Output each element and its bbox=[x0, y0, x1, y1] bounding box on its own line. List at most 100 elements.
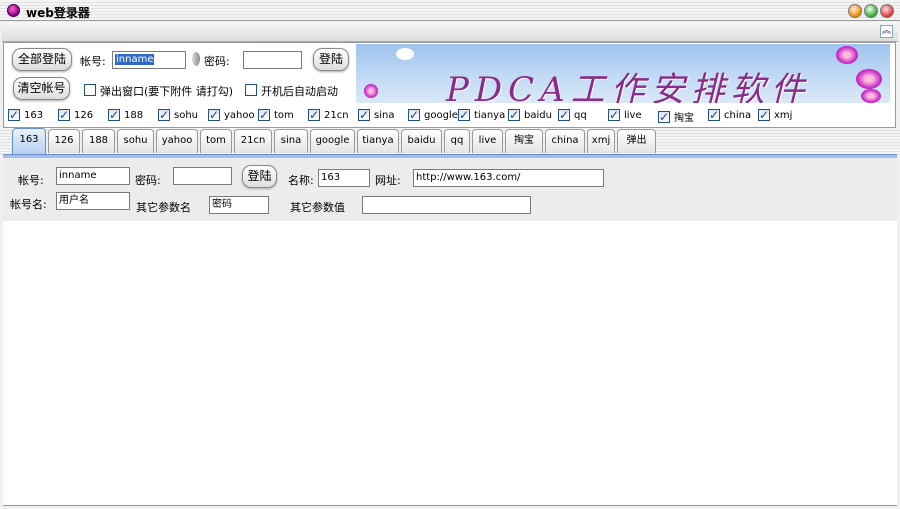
form-account-label: 帐号: bbox=[18, 174, 44, 187]
account-name-input[interactable]: 用户名 bbox=[56, 192, 130, 210]
site-checkbox-item[interactable]: ✓ google bbox=[408, 109, 458, 121]
tab-5[interactable]: tom bbox=[200, 129, 232, 153]
checkbox-checked-icon[interactable]: ✓ bbox=[108, 109, 120, 121]
tab-11[interactable]: qq bbox=[444, 129, 470, 153]
tab-13[interactable]: 掏宝 bbox=[505, 129, 543, 153]
login-all-button[interactable]: 全部登陆 bbox=[12, 48, 72, 71]
other-param-name-input[interactable]: 密码 bbox=[209, 196, 269, 214]
tab-6[interactable]: 21cn bbox=[234, 129, 272, 153]
password-label: 密码: bbox=[204, 55, 230, 68]
site-checkbox-item[interactable]: ✓ tom bbox=[258, 109, 294, 121]
site-checkbox-label: tianya bbox=[474, 109, 506, 121]
site-checkbox-label: baidu bbox=[524, 109, 552, 121]
tab-3[interactable]: sohu bbox=[117, 129, 154, 153]
password-input[interactable] bbox=[243, 51, 302, 69]
site-checkbox-label: yahoo bbox=[224, 109, 255, 121]
site-checkbox-label: sina bbox=[374, 109, 395, 121]
tab-15[interactable]: xmj bbox=[587, 129, 615, 153]
form-password-input[interactable] bbox=[173, 167, 232, 185]
site-checkbox-label: 163 bbox=[24, 109, 44, 121]
site-checkbox-label: google bbox=[424, 109, 458, 121]
name-input[interactable]: 163 bbox=[318, 169, 370, 187]
site-checkbox-item[interactable]: ✓ live bbox=[608, 109, 642, 121]
minimize-button[interactable] bbox=[848, 4, 862, 18]
site-checkbox-label: live bbox=[624, 109, 642, 121]
form-password-label: 密码: bbox=[135, 174, 161, 187]
checkbox-checked-icon[interactable]: ✓ bbox=[508, 109, 520, 121]
checkbox-checked-icon[interactable]: ✓ bbox=[558, 109, 570, 121]
site-checkbox-item[interactable]: ✓ yahoo bbox=[208, 109, 255, 121]
maximize-button[interactable] bbox=[864, 4, 878, 18]
other-param-value-label: 其它参数值 bbox=[290, 201, 345, 214]
site-checkbox-item[interactable]: ✓ xmj bbox=[758, 109, 792, 121]
form-login-button[interactable]: 登陆 bbox=[242, 165, 277, 188]
site-checkbox-label: sohu bbox=[174, 109, 199, 121]
clear-accounts-button[interactable]: 清空帐号 bbox=[13, 77, 70, 100]
tab-14[interactable]: china bbox=[545, 129, 585, 153]
site-checkbox-label: 掏宝 bbox=[674, 113, 694, 124]
site-checkbox-item[interactable]: ✓ sohu bbox=[158, 109, 198, 121]
site-checkbox-item[interactable]: ✓ tianya bbox=[458, 109, 505, 121]
site-checkbox-item[interactable]: ✓ sina bbox=[358, 109, 394, 121]
url-input[interactable]: http://www.163.com/ bbox=[413, 169, 604, 187]
site-checkbox-item[interactable]: ✓ 188 bbox=[108, 109, 143, 121]
tab-16[interactable]: 弹出 bbox=[617, 129, 656, 153]
checkbox-checked-icon[interactable]: ✓ bbox=[58, 109, 70, 121]
tab-4[interactable]: yahoo bbox=[156, 129, 198, 153]
checkbox-checked-icon[interactable]: ✓ bbox=[608, 109, 620, 121]
account-name-label: 帐号名: bbox=[10, 198, 47, 211]
title-bar bbox=[0, 0, 900, 21]
other-param-value-input[interactable] bbox=[362, 196, 531, 214]
checkbox-checked-icon[interactable]: ✓ bbox=[708, 109, 720, 121]
checkbox-checked-icon[interactable]: ✓ bbox=[758, 109, 770, 121]
window-title: web登录器 bbox=[26, 6, 90, 20]
autostart-checkbox[interactable] bbox=[245, 84, 257, 96]
checkbox-checked-icon[interactable]: ✓ bbox=[658, 110, 670, 123]
app-icon bbox=[7, 4, 20, 17]
site-checkbox-label: 21cn bbox=[324, 109, 349, 121]
checkbox-checked-icon[interactable]: ✓ bbox=[258, 109, 270, 121]
checkbox-checked-icon[interactable]: ✓ bbox=[208, 109, 220, 121]
site-checkbox-label: qq bbox=[574, 109, 587, 121]
login-button[interactable]: 登陆 bbox=[313, 48, 349, 71]
site-checkbox-item[interactable]: ✓ 21cn bbox=[308, 109, 349, 121]
account-label: 帐号: bbox=[80, 55, 106, 68]
checkbox-checked-icon[interactable]: ✓ bbox=[458, 109, 470, 121]
tab-7[interactable]: sina bbox=[274, 129, 308, 153]
tab-12[interactable]: live bbox=[472, 129, 503, 153]
tab-0[interactable]: 163 bbox=[12, 128, 46, 154]
site-checkbox-label: 188 bbox=[124, 109, 144, 121]
lock-icon bbox=[192, 52, 200, 66]
content-area bbox=[3, 221, 897, 506]
tab-8[interactable]: google bbox=[310, 129, 355, 153]
checkbox-checked-icon[interactable]: ✓ bbox=[408, 109, 420, 121]
popup-checkbox[interactable] bbox=[84, 84, 96, 96]
url-label: 网址: bbox=[375, 174, 401, 187]
site-checkbox-item[interactable]: ✓ baidu bbox=[508, 109, 552, 121]
checkbox-checked-icon[interactable]: ✓ bbox=[8, 109, 20, 121]
checkbox-checked-icon[interactable]: ✓ bbox=[308, 109, 320, 121]
site-checkbox-item[interactable]: ✓ qq bbox=[558, 109, 587, 121]
site-checkbox-label: tom bbox=[274, 109, 294, 121]
banner-image: PDCA工作安排软件 bbox=[356, 44, 890, 103]
site-checkbox-label: xmj bbox=[774, 109, 793, 121]
popup-checkbox-label: 弹出窗口(要下附件 请打勾) bbox=[100, 85, 234, 98]
tab-1[interactable]: 126 bbox=[48, 129, 80, 153]
site-checkbox-item[interactable]: ✓ china bbox=[708, 109, 751, 121]
close-button[interactable] bbox=[880, 4, 894, 18]
site-checkbox-item[interactable]: ✓ 126 bbox=[58, 109, 93, 121]
autostart-checkbox-label: 开机后自动启动 bbox=[261, 85, 338, 98]
account-input[interactable]: inname bbox=[112, 51, 186, 69]
name-label: 名称: bbox=[288, 174, 314, 187]
tab-9[interactable]: tianya bbox=[357, 129, 399, 153]
site-checkbox-item[interactable]: ✓ 163 bbox=[8, 109, 43, 121]
site-checkbox-label: china bbox=[724, 109, 752, 121]
tab-10[interactable]: baidu bbox=[401, 129, 442, 153]
checkbox-checked-icon[interactable]: ✓ bbox=[158, 109, 170, 121]
form-account-input[interactable]: inname bbox=[56, 167, 130, 185]
checkbox-checked-icon[interactable]: ✓ bbox=[358, 109, 370, 121]
tab-2[interactable]: 188 bbox=[82, 129, 115, 153]
collapse-icon[interactable]: ︽ bbox=[880, 25, 893, 38]
other-param-name-label: 其它参数名 bbox=[136, 201, 191, 214]
site-checkbox-item[interactable]: ✓ 掏宝 bbox=[658, 109, 694, 124]
